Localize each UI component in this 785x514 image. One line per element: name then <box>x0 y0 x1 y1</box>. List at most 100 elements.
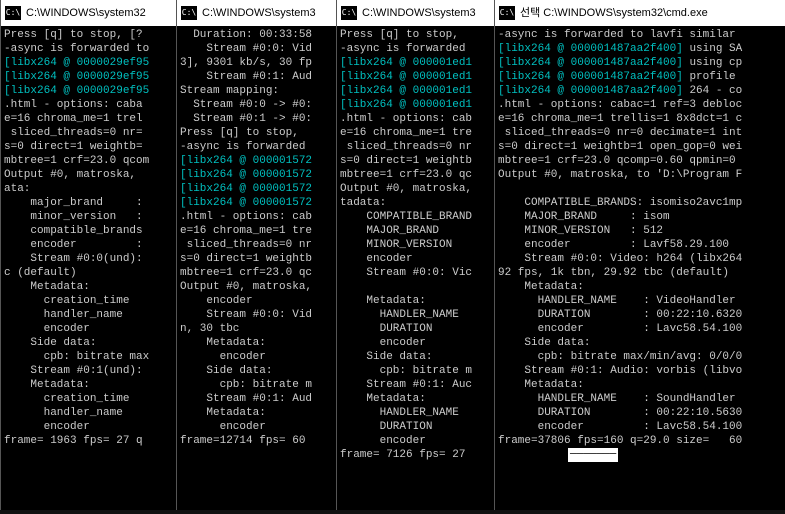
cmd-icon: C:\ <box>499 6 515 20</box>
terminal-line: Stream #0:0: Vid <box>180 308 333 322</box>
terminal-line: [libx264 @ 000001572 <box>180 154 333 168</box>
terminal-line: [libx264 @ 000001572 <box>180 168 333 182</box>
terminal-line: Press [q] to stop, [? <box>4 28 173 42</box>
terminal-line: creation_time <box>4 392 173 406</box>
titlebar[interactable]: C:\ C:\WINDOWS\system32 <box>1 0 176 26</box>
terminal-line: Side data: <box>340 350 491 364</box>
terminal-line: DURATION : 00:22:10.6320 <box>498 308 782 322</box>
terminal-line: sliced_threads=0 nr <box>180 238 333 252</box>
terminal-line: [libx264 @ 000001487aa2f400] using cp <box>498 56 782 70</box>
terminal-line: minor_version : <box>4 210 173 224</box>
terminal-line: .html - options: cabac=1 ref=3 debloc <box>498 98 782 112</box>
titlebar[interactable]: C:\ C:\WINDOWS\system3 <box>337 0 494 26</box>
titlebar[interactable]: C:\ C:\WINDOWS\system3 <box>177 0 336 26</box>
terminal-line: HANDLER_NAME <box>340 308 491 322</box>
libx264-tag: [libx264 @ 000001572 <box>180 169 312 181</box>
libx264-tag: [libx264 @ 0000029ef95 <box>4 85 149 97</box>
terminal-line: DURATION : 00:22:10.5630 <box>498 406 782 420</box>
terminal-line: HANDLER_NAME <box>340 406 491 420</box>
libx264-tag: [libx264 @ 000001487aa2f400] <box>498 85 689 97</box>
terminal-line: Output #0, matroska, <box>340 182 491 196</box>
terminal-line: .html - options: cab <box>340 112 491 126</box>
terminal-text: profile <box>689 71 735 83</box>
libx264-tag: [libx264 @ 0000029ef95 <box>4 71 149 83</box>
titlebar[interactable]: C:\ 선택 C:\WINDOWS\system32\cmd.exe <box>495 0 785 26</box>
terminal-line: e=16 chroma_me=1 trellis=1 8x8dct=1 c <box>498 112 782 126</box>
terminal-line: DURATION <box>340 322 491 336</box>
libx264-tag: [libx264 @ 000001ed1 <box>340 85 472 97</box>
terminal-line: .html - options: caba <box>4 98 173 112</box>
terminal-line: Stream #0:0: Vid <box>180 42 333 56</box>
terminal-line: Stream #0:1: Audio: vorbis (libvo <box>498 364 782 378</box>
terminal-line: [libx264 @ 000001572 <box>180 196 333 210</box>
terminal-line: handler_name <box>4 406 173 420</box>
libx264-tag: [libx264 @ 000001ed1 <box>340 71 472 83</box>
terminal-line <box>498 182 782 196</box>
terminal-line: mbtree=1 crf=23.0 qc <box>340 168 491 182</box>
libx264-tag: [libx264 @ 000001ed1 <box>340 99 472 111</box>
terminal-line: 3], 9301 kb/s, 30 fp <box>180 56 333 70</box>
terminal-line: handler_name <box>4 308 173 322</box>
terminal-line: encoder : Lavf58.29.100 <box>498 238 782 252</box>
terminal-line: Stream #0:1(und): <box>4 364 173 378</box>
terminal-line: Side data: <box>4 336 173 350</box>
terminal-line: sliced_threads=0 nr <box>340 140 491 154</box>
terminal-line: Metadata: <box>180 406 333 420</box>
terminal-line: [libx264 @ 000001ed1 <box>340 98 491 112</box>
terminal-line: encoder <box>340 336 491 350</box>
libx264-tag: [libx264 @ 000001487aa2f400] <box>498 43 689 55</box>
terminal-line: Stream #0:1 -> #0: <box>180 112 333 126</box>
selection-highlight: ─────── <box>568 448 618 462</box>
terminal-output[interactable]: Press [q] to stop,-async is forwarded[li… <box>337 26 494 464</box>
terminal-line: COMPATIBLE_BRAND <box>340 210 491 224</box>
libx264-tag: [libx264 @ 000001572 <box>180 183 312 195</box>
terminal-line: MINOR_VERSION <box>340 238 491 252</box>
terminal-output[interactable]: -async is forwarded to lavfi similar[lib… <box>495 26 785 464</box>
libx264-tag: [libx264 @ 000001572 <box>180 197 312 209</box>
terminal-line: encoder <box>180 350 333 364</box>
cmd-icon: C:\ <box>5 6 21 20</box>
terminal-text: using cp <box>689 57 742 69</box>
terminal-line: -async is forwarded to <box>4 42 173 56</box>
taskbar[interactable] <box>0 510 785 514</box>
terminal-line: n, 30 tbc <box>180 322 333 336</box>
terminal-line: -async is forwarded <box>340 42 491 56</box>
terminal-line: ata: <box>4 182 173 196</box>
terminal-line: frame=37806 fps=160 q=29.0 size= 60 <box>498 434 782 448</box>
terminal-line: tadata: <box>340 196 491 210</box>
terminal-line: Duration: 00:33:58 <box>180 28 333 42</box>
terminal-line: Output #0, matroska, <box>4 168 173 182</box>
terminal-line: Stream #0:1: Aud <box>180 392 333 406</box>
terminal-text: 264 - co <box>689 85 742 97</box>
terminal-line: e=16 chroma_me=1 trel <box>4 112 173 126</box>
terminal-window-1[interactable]: C:\ C:\WINDOWS\system32 Press [q] to sto… <box>0 0 176 514</box>
terminal-line: Metadata: <box>340 294 491 308</box>
terminal-line: s=0 direct=1 weightb <box>180 252 333 266</box>
terminal-line: sliced_threads=0 nr= <box>4 126 173 140</box>
terminal-line: Stream #0:0 -> #0: <box>180 98 333 112</box>
terminal-window-4[interactable]: C:\ 선택 C:\WINDOWS\system32\cmd.exe -asyn… <box>494 0 785 514</box>
terminal-line: .html - options: cab <box>180 210 333 224</box>
terminal-line: MAJOR_BRAND : isom <box>498 210 782 224</box>
terminal-line: cpb: bitrate m <box>180 378 333 392</box>
terminal-line: Stream mapping: <box>180 84 333 98</box>
terminal-output[interactable]: Duration: 00:33:58 Stream #0:0: Vid3], 9… <box>177 26 336 450</box>
terminal-line: COMPATIBLE_BRANDS: isomiso2avc1mp <box>498 196 782 210</box>
terminal-line: encoder <box>180 420 333 434</box>
terminal-line: Side data: <box>498 336 782 350</box>
terminal-line: creation_time <box>4 294 173 308</box>
terminal-line: DURATION <box>340 420 491 434</box>
terminal-window-2[interactable]: C:\ C:\WINDOWS\system3 Duration: 00:33:5… <box>176 0 336 514</box>
terminal-line: mbtree=1 crf=23.0 qcom <box>4 154 173 168</box>
terminal-line: mbtree=1 crf=23.0 qc <box>180 266 333 280</box>
terminal-line: Stream #0:1: Auc <box>340 378 491 392</box>
libx264-tag: [libx264 @ 000001487aa2f400] <box>498 71 689 83</box>
terminal-line: cpb: bitrate m <box>340 364 491 378</box>
terminal-line: e=16 chroma_me=1 tre <box>180 224 333 238</box>
terminal-line: [libx264 @ 000001ed1 <box>340 84 491 98</box>
terminal-line: encoder : Lavc58.54.100 <box>498 420 782 434</box>
terminal-window-3[interactable]: C:\ C:\WINDOWS\system3 Press [q] to stop… <box>336 0 494 514</box>
terminal-line: frame= 7126 fps= 27 <box>340 448 491 462</box>
terminal-line: cpb: bitrate max/min/avg: 0/0/0 <box>498 350 782 364</box>
terminal-output[interactable]: Press [q] to stop, [?-async is forwarded… <box>1 26 176 450</box>
